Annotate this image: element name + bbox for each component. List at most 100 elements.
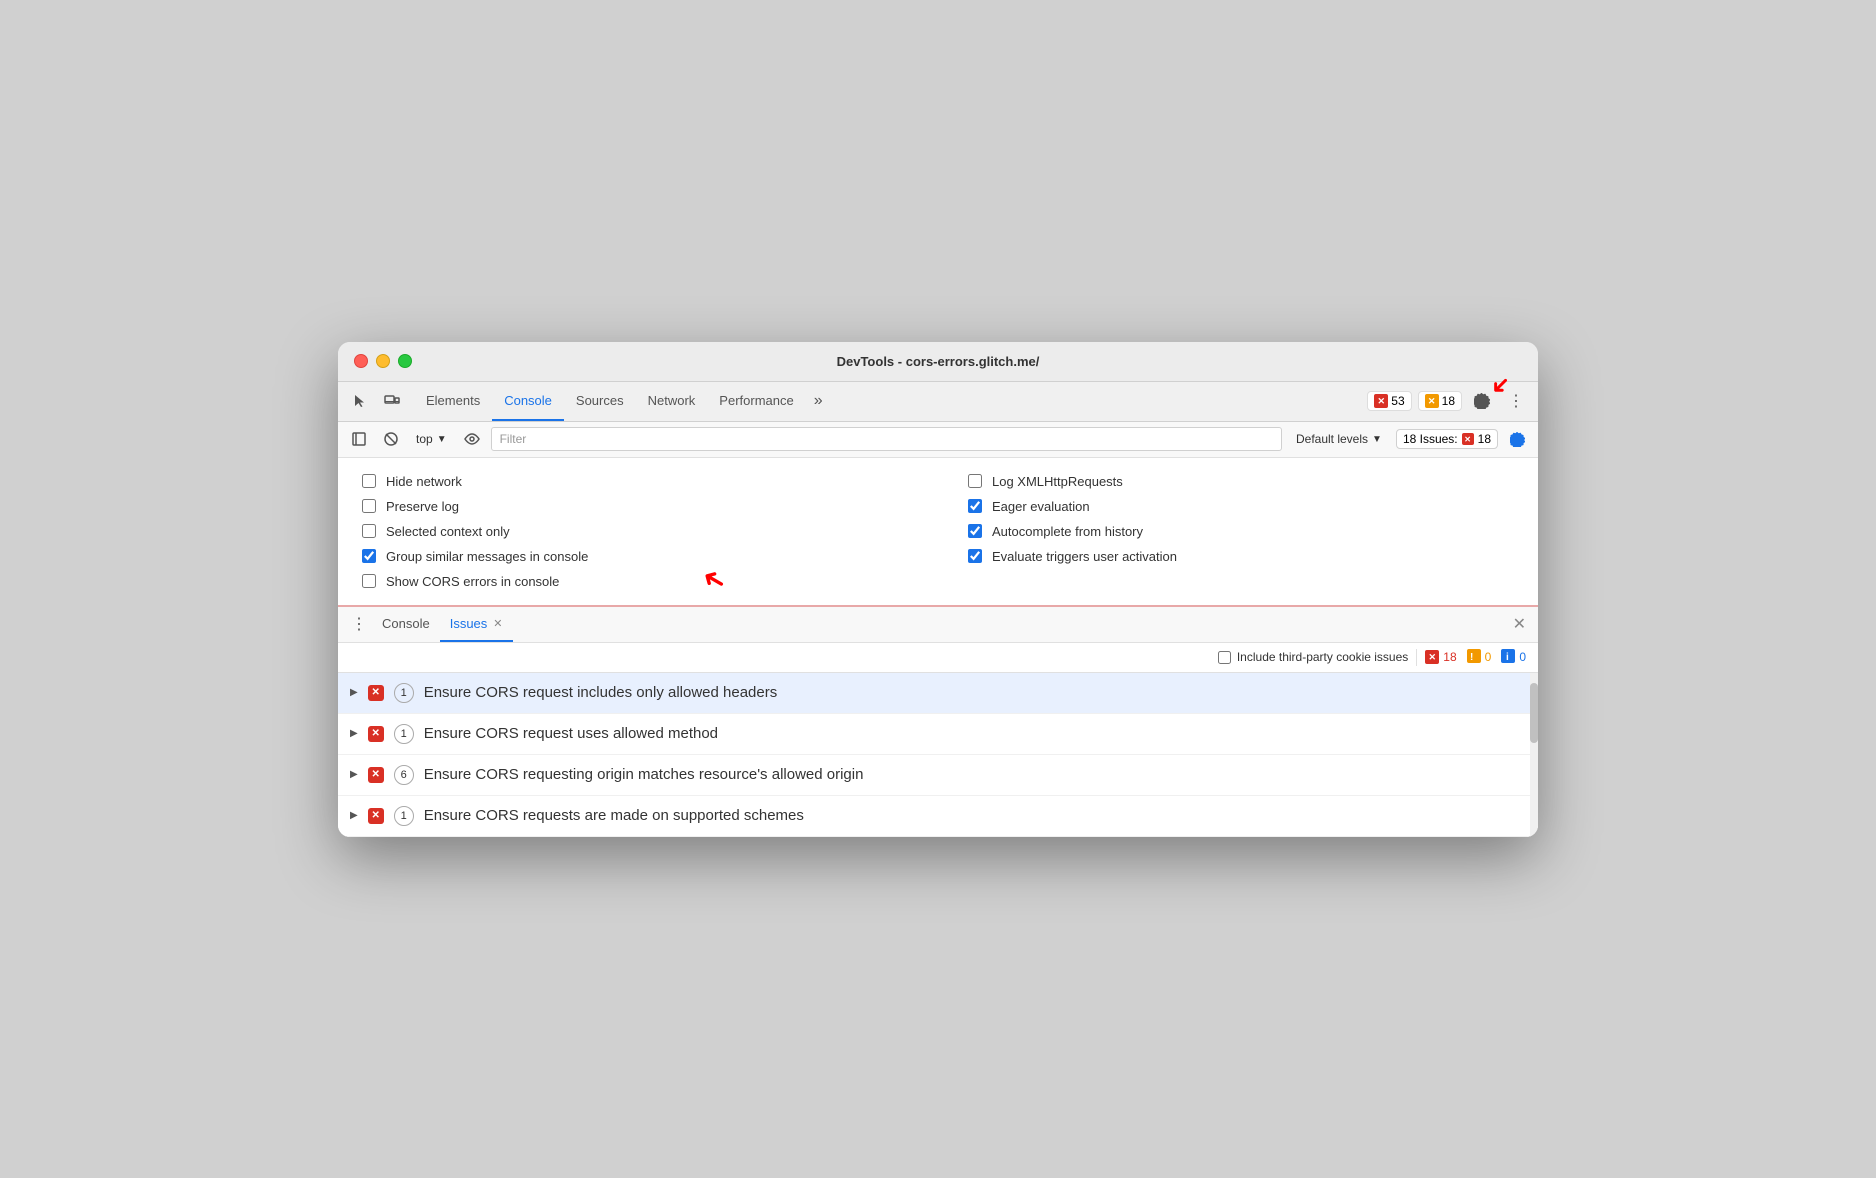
tab-right-actions: ✕ 53 ✕ 18 ➜ ⋮ [1367,387,1530,415]
tab-network[interactable]: Network [636,381,708,421]
context-dropdown-icon: ▼ [437,434,447,445]
settings-left-col: Hide network Preserve log Selected conte… [362,474,908,589]
hide-network-label: Hide network [386,474,462,489]
show-cors-checkbox[interactable] [362,574,376,588]
default-levels-button[interactable]: Default levels ▼ [1288,430,1390,448]
issue-text-0: Ensure CORS request includes only allowe… [424,684,778,701]
device-icon[interactable] [378,387,406,415]
warning-count: 18 [1442,394,1455,408]
svg-text:i: i [1506,652,1509,663]
tab-console[interactable]: Console [492,381,564,421]
issue-row-2[interactable]: ▶ ✕ 6 Ensure CORS requesting origin matc… [338,755,1538,796]
third-party-label: Include third-party cookie issues [1237,650,1408,664]
issues-label: 18 Issues: [1403,432,1458,446]
eager-eval-checkbox[interactable] [968,499,982,513]
bottom-panel: ⋮ Console Issues ✕ ✕ Include third-party… [338,607,1538,837]
bottom-issues-label: Issues [450,616,488,631]
issue-count-1: 1 [394,724,414,744]
minimize-button[interactable] [376,354,390,368]
show-cors-label: Show CORS errors in console [386,574,559,589]
console-settings-button[interactable] [1504,426,1530,452]
issue-expand-3[interactable]: ▶ [350,810,358,821]
svg-text:!: ! [1470,652,1473,663]
maximize-button[interactable] [398,354,412,368]
issue-row-1[interactable]: ▶ ✕ 1 Ensure CORS request uses allowed m… [338,714,1538,755]
tab-more-button[interactable]: » [806,381,831,421]
issue-text-1: Ensure CORS request uses allowed method [424,725,718,742]
tab-sources[interactable]: Sources [564,381,636,421]
close-button[interactable] [354,354,368,368]
warning-count-badge[interactable]: ✕ 18 [1418,391,1462,411]
issue-expand-2[interactable]: ▶ [350,769,358,780]
tab-icons [346,387,406,415]
issues-orange-count: 0 [1485,650,1492,664]
issues-blue-icon: i [1501,649,1515,666]
live-expressions-button[interactable] [459,426,485,452]
group-similar-checkbox[interactable] [362,549,376,563]
tab-elements[interactable]: Elements [414,381,492,421]
levels-label: Default levels [1296,432,1368,446]
issues-list: ▶ ✕ 1 Ensure CORS request includes only … [338,673,1538,837]
selected-context-row: Selected context only [362,524,908,539]
bottom-tab-more-button[interactable]: ⋮ [346,611,372,637]
show-cors-row: Show CORS errors in console ➜ [362,574,908,589]
third-party-checkbox[interactable] [1218,651,1231,664]
issues-error-icon: ✕ [1462,433,1474,445]
issues-blue-count: 0 [1519,650,1526,664]
evaluate-triggers-checkbox[interactable] [968,549,982,563]
error-count-badge[interactable]: ✕ 53 [1367,391,1411,411]
console-toolbar: top ▼ Default levels ▼ 18 Issues: ✕ 18 [338,422,1538,458]
issue-count-2: 6 [394,765,414,785]
evaluate-triggers-label: Evaluate triggers user activation [992,549,1177,564]
traffic-lights [354,354,412,368]
log-xmlhttp-checkbox[interactable] [968,474,982,488]
issues-red-count: 18 [1443,650,1456,664]
issue-row-3[interactable]: ▶ ✕ 1 Ensure CORS requests are made on s… [338,796,1538,837]
issues-tab-close[interactable]: ✕ [493,617,502,630]
issues-orange-icon: ! [1467,649,1481,666]
context-selector[interactable]: top ▼ [410,430,453,448]
issue-expand-1[interactable]: ▶ [350,728,358,739]
issue-error-icon-1: ✕ [368,726,384,742]
issue-error-icon-3: ✕ [368,808,384,824]
issues-toolbar: Include third-party cookie issues ✕ 18 !… [338,643,1538,673]
group-similar-label: Group similar messages in console [386,549,588,564]
eager-eval-label: Eager evaluation [992,499,1090,514]
scrollbar-thumb[interactable] [1530,683,1538,743]
settings-right-col: Log XMLHttpRequests Eager evaluation Aut… [968,474,1514,589]
hide-network-checkbox[interactable] [362,474,376,488]
tab-performance[interactable]: Performance [707,381,805,421]
issues-badge[interactable]: 18 Issues: ✕ 18 [1396,429,1498,449]
clear-console-button[interactable] [378,426,404,452]
issue-text-3: Ensure CORS requests are made on support… [424,807,804,824]
issue-expand-0[interactable]: ▶ [350,687,358,698]
settings-button[interactable]: ➜ [1468,387,1496,415]
bottom-tab-issues[interactable]: Issues ✕ [440,606,513,642]
autocomplete-label: Autocomplete from history [992,524,1143,539]
sidebar-toggle-button[interactable] [346,426,372,452]
issue-row-0[interactable]: ▶ ✕ 1 Ensure CORS request includes only … [338,673,1538,714]
cursor-icon[interactable] [346,387,374,415]
devtools-window: DevTools - cors-errors.glitch.me/ Elemen… [338,342,1538,837]
autocomplete-row: Autocomplete from history [968,524,1514,539]
filter-input[interactable] [491,427,1282,451]
bottom-tab-console[interactable]: Console [372,606,440,642]
settings-grid: Hide network Preserve log Selected conte… [362,474,1514,589]
window-title: DevTools - cors-errors.glitch.me/ [837,354,1040,369]
preserve-log-checkbox[interactable] [362,499,376,513]
autocomplete-checkbox[interactable] [968,524,982,538]
issues-count: 18 [1478,432,1491,446]
log-xmlhttp-label: Log XMLHttpRequests [992,474,1123,489]
issue-count-3: 1 [394,806,414,826]
log-xmlhttp-row: Log XMLHttpRequests [968,474,1514,489]
evaluate-triggers-row: Evaluate triggers user activation [968,549,1514,564]
devtools-tabs: Elements Console Sources Network Perform… [338,382,1538,422]
close-bottom-panel-button[interactable]: ✕ [1509,610,1530,638]
levels-dropdown-icon: ▼ [1372,434,1382,445]
issues-list-container: ▶ ✕ 1 Ensure CORS request includes only … [338,673,1538,837]
scrollbar-track[interactable] [1530,673,1538,837]
selected-context-checkbox[interactable] [362,524,376,538]
cors-arrow-annotation: ➜ [695,560,732,600]
more-options-button[interactable]: ⋮ [1502,387,1530,415]
hide-network-row: Hide network [362,474,908,489]
